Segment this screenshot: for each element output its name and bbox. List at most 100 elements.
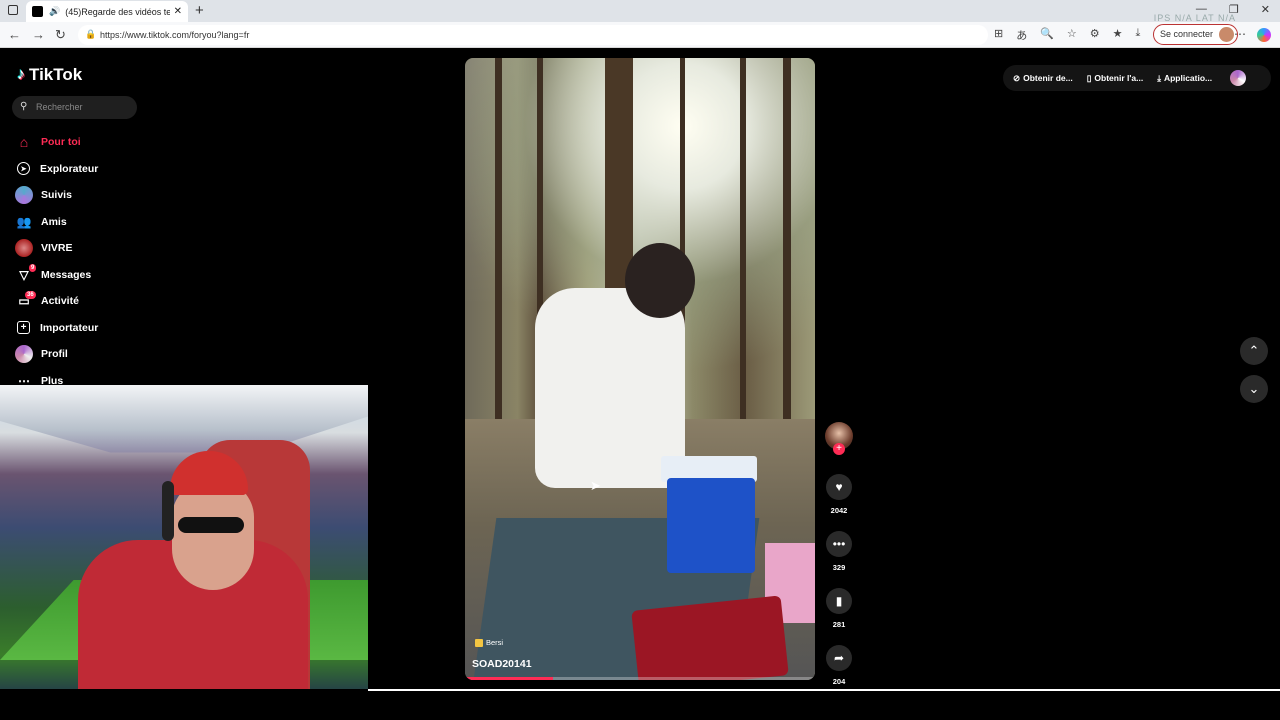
- url-text: https://www.tiktok.com/foryou?lang=fr: [100, 30, 250, 40]
- like-button[interactable]: ♥: [826, 474, 852, 500]
- video-caption[interactable]: SOAD20141: [472, 658, 532, 670]
- sidebar-item-label: Importateur: [40, 321, 99, 334]
- live-avatar-icon: [15, 239, 33, 258]
- home-icon: ⌂: [19, 134, 29, 151]
- sidebar-item-label: Amis: [41, 215, 67, 228]
- friends-icon: 👥: [16, 214, 32, 229]
- tab-actions-icon[interactable]: [8, 5, 18, 15]
- bookmark-icon: ▮: [835, 594, 843, 608]
- get-coins-button[interactable]: ⊘ Obtenir de...: [1013, 73, 1073, 84]
- sidebar-item-explorateur[interactable]: ➤ Explorateur: [15, 156, 98, 183]
- desktop-app-label: Applicatio...: [1163, 73, 1213, 83]
- video-scene-head: [625, 243, 695, 318]
- zoom-icon[interactable]: 🔍: [1040, 27, 1054, 43]
- profile-avatar-icon: [15, 345, 33, 364]
- bottom-divider: [368, 689, 1280, 691]
- sidebar-item-activite[interactable]: ▭ 36 Activité: [15, 288, 98, 315]
- coin-icon: ⊘: [1013, 72, 1021, 83]
- new-tab-button[interactable]: +: [195, 2, 204, 19]
- video-author-name: Bersi: [486, 638, 504, 647]
- download-icon: ⤓: [1157, 72, 1161, 83]
- save-button[interactable]: ▮: [826, 588, 852, 614]
- sidebar-item-messages[interactable]: ▽ 9 Messages: [15, 262, 98, 289]
- forward-icon[interactable]: →: [32, 27, 45, 42]
- address-bar[interactable]: 🔒 https://www.tiktok.com/foryou?lang=fr: [78, 25, 988, 45]
- get-app-label: Obtenir l'a...: [1094, 73, 1144, 83]
- browser-tab[interactable]: 🔊 (45)Regarde des vidéos tendance ✕: [26, 1, 188, 22]
- back-icon[interactable]: ←: [8, 27, 21, 42]
- next-video-button[interactable]: ⌄: [1240, 375, 1268, 403]
- app-available-icon[interactable]: ⊞: [994, 27, 1003, 43]
- tiktok-logo[interactable]: ♪ TikTok: [17, 65, 82, 85]
- sign-in-label: Se connecter: [1160, 29, 1214, 39]
- video-actions: + ♥ 2042 ••• 329 ▮ 281 ➦ 204: [824, 422, 854, 689]
- comment-count: 329: [832, 563, 846, 572]
- sidebar-item-label: Suivis: [41, 189, 72, 202]
- sidebar-item-label: Pour toi: [41, 136, 81, 149]
- follow-plus-icon[interactable]: +: [833, 443, 845, 455]
- favorite-star-icon[interactable]: ☆: [1067, 27, 1077, 43]
- logo-text: TikTok: [29, 65, 83, 84]
- sidebar-item-profil[interactable]: Profil: [15, 341, 98, 368]
- creator-avatar[interactable]: +: [825, 422, 853, 455]
- author-tag-icon: [475, 638, 483, 647]
- share-icon: ➦: [833, 651, 845, 665]
- sidebar-item-label: VIVRE: [41, 242, 73, 255]
- profile-avatar-icon: [1219, 27, 1235, 42]
- search-input[interactable]: ⚲ Rechercher: [12, 96, 137, 119]
- streamer-face: [172, 480, 254, 590]
- downloads-icon[interactable]: ⤓: [1136, 27, 1141, 43]
- search-placeholder: Rechercher: [36, 102, 83, 112]
- close-window-icon[interactable]: ✕: [1261, 3, 1270, 16]
- messages-badge: 9: [29, 263, 37, 272]
- video-scene-red-bag: [631, 595, 789, 680]
- previous-video-button[interactable]: ⌃: [1240, 337, 1268, 365]
- video-player[interactable]: ➤ Bersi SOAD20141: [465, 58, 815, 680]
- speaker-icon[interactable]: 🔊: [49, 6, 60, 17]
- streamer-headset: [162, 481, 174, 541]
- search-icon: ⚲: [20, 101, 28, 112]
- sidebar-nav: ⌂ Pour toi ➤ Explorateur Suivis 👥 Amis V…: [15, 129, 98, 394]
- video-progress-fill: [465, 677, 553, 680]
- webcam-overlay: [0, 385, 368, 703]
- share-button[interactable]: ➦: [826, 645, 852, 671]
- sidebar-item-label: Profil: [41, 348, 68, 361]
- desktop-app-button[interactable]: ⤓ Applicatio...: [1157, 73, 1212, 84]
- heart-icon: ♥: [835, 480, 843, 494]
- sign-in-button[interactable]: Se connecter: [1153, 24, 1239, 45]
- translate-icon[interactable]: あ: [1016, 27, 1027, 43]
- browser-tab-bar: 🔊 (45)Regarde des vidéos tendance ✕ + IP…: [0, 0, 1280, 23]
- sidebar-item-label: Activité: [41, 295, 79, 308]
- reload-icon[interactable]: ↻: [55, 27, 66, 43]
- window-controls: — ❐ ✕: [1196, 3, 1270, 16]
- video-author[interactable]: Bersi: [475, 638, 503, 647]
- tab-title: (45)Regarde des vidéos tendance: [65, 6, 170, 17]
- maximize-icon[interactable]: ❐: [1229, 3, 1239, 16]
- browser-menu-icon[interactable]: ⋯: [1234, 27, 1246, 41]
- compass-icon: ➤: [17, 162, 30, 176]
- copilot-icon[interactable]: [1257, 28, 1271, 42]
- chevron-up-icon: ⌃: [1248, 343, 1260, 358]
- save-count: 281: [832, 620, 846, 629]
- sidebar-item-pour-toi[interactable]: ⌂ Pour toi: [15, 129, 98, 156]
- site-info-icon[interactable]: 🔒: [85, 29, 96, 40]
- comment-button[interactable]: •••: [826, 531, 852, 557]
- favorites-icon[interactable]: ★: [1113, 27, 1123, 43]
- streamer-glasses: [178, 517, 244, 533]
- sidebar-item-importateur[interactable]: + Importateur: [15, 315, 98, 342]
- close-tab-icon[interactable]: ✕: [174, 6, 182, 17]
- get-app-button[interactable]: ▯ Obtenir l'a...: [1087, 73, 1143, 84]
- top-actions: ⊘ Obtenir de... ▯ Obtenir l'a... ⤓ Appli…: [1003, 65, 1271, 91]
- video-progress-bar[interactable]: [465, 677, 815, 680]
- extensions-icon[interactable]: ⚙: [1090, 27, 1100, 43]
- sidebar-item-amis[interactable]: 👥 Amis: [15, 209, 98, 236]
- mouse-cursor-icon: ➤: [590, 478, 601, 493]
- minimize-icon[interactable]: —: [1196, 3, 1207, 16]
- sidebar-item-vivre[interactable]: VIVRE: [15, 235, 98, 262]
- sidebar-item-suivis[interactable]: Suivis: [15, 182, 98, 209]
- get-coins-label: Obtenir de...: [1023, 73, 1073, 83]
- video-scene-cooler: [667, 478, 755, 573]
- user-avatar[interactable]: [1230, 70, 1247, 86]
- tiktok-note-icon: ♪: [17, 66, 25, 83]
- address-toolbar: ← → ↻ 🔒 https://www.tiktok.com/foryou?la…: [0, 22, 1280, 48]
